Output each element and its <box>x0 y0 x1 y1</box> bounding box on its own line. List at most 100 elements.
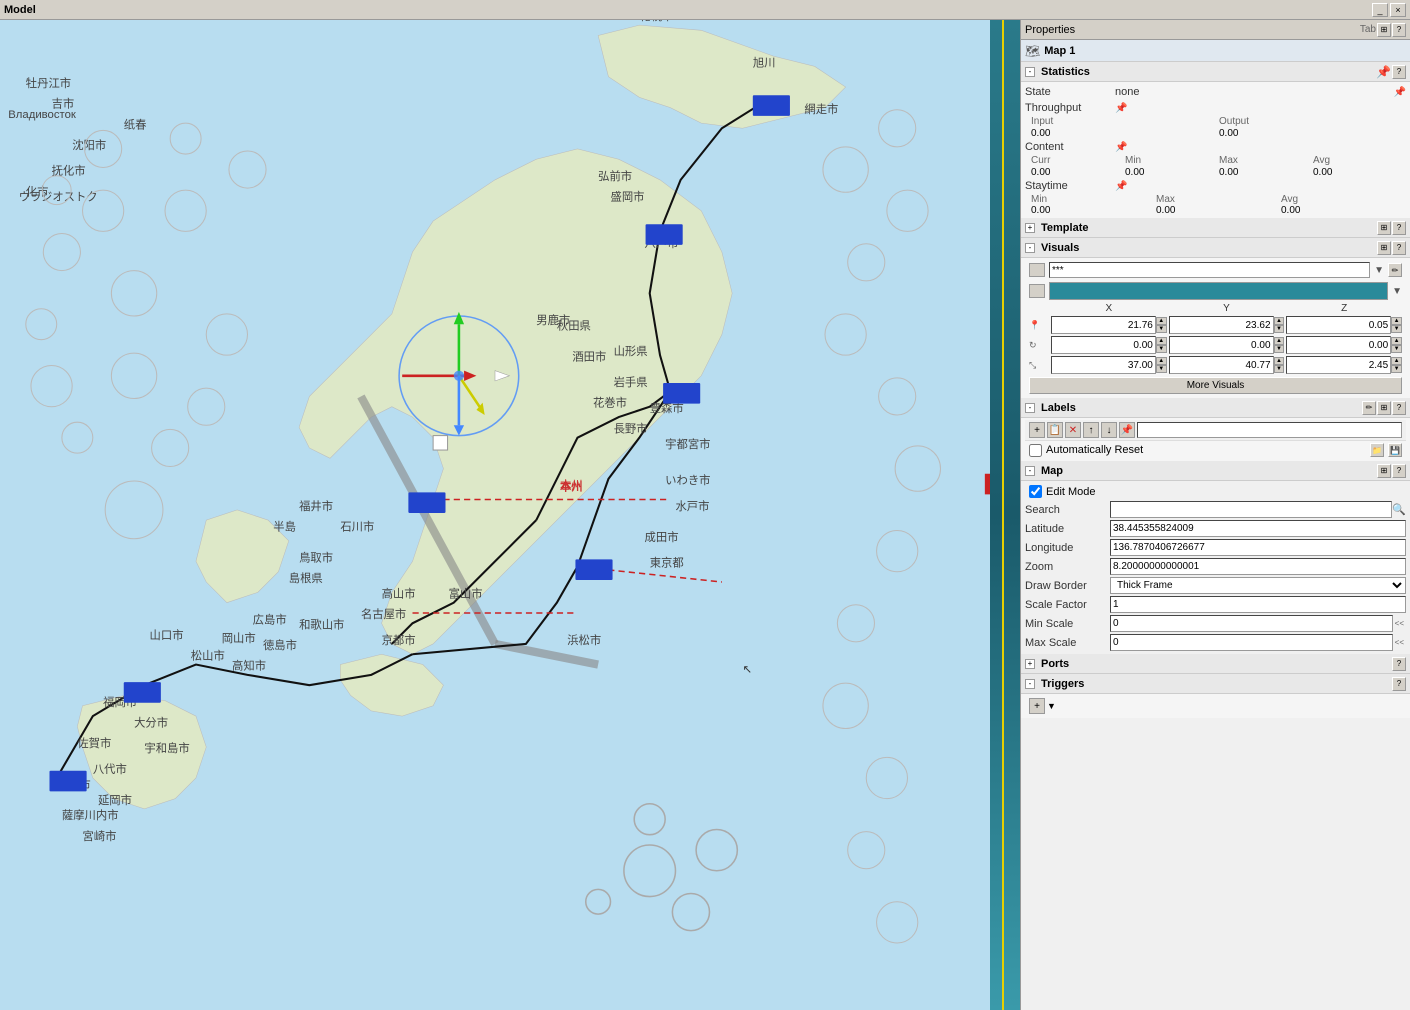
stay-min-label: Min <box>1031 194 1156 205</box>
color-swatch-2[interactable] <box>1029 284 1045 298</box>
latitude-input[interactable] <box>1110 520 1406 537</box>
zoom-input[interactable] <box>1110 558 1406 575</box>
visuals-dropdown-arrow[interactable]: ▼ <box>1374 265 1384 276</box>
statistics-expand[interactable]: - <box>1025 67 1035 77</box>
visuals-text-input[interactable] <box>1049 262 1370 278</box>
color-dropdown-arrow[interactable]: ▼ <box>1392 286 1402 297</box>
scl-z-input[interactable] <box>1286 356 1391 374</box>
map-icon1[interactable]: ⊞ <box>1377 464 1391 478</box>
rot-x-down[interactable]: ▼ <box>1156 345 1167 353</box>
label-add-btn[interactable]: + <box>1029 422 1045 438</box>
pos-x-up[interactable]: ▲ <box>1156 317 1167 325</box>
content-pin[interactable]: 📌 <box>1115 142 1127 153</box>
labels-icon2[interactable]: ⊞ <box>1377 401 1391 415</box>
template-expand[interactable]: + <box>1025 223 1035 233</box>
scl-z-down[interactable]: ▼ <box>1391 365 1402 373</box>
label-up-btn[interactable]: ↑ <box>1083 422 1099 438</box>
visuals-expand[interactable]: - <box>1025 243 1035 253</box>
rot-y-down[interactable]: ▼ <box>1274 345 1285 353</box>
minimize-button[interactable]: _ <box>1372 3 1388 17</box>
triggers-help[interactable]: ? <box>1392 677 1406 691</box>
visuals-icon1[interactable]: ⊞ <box>1377 241 1391 255</box>
min-scale-double-arrow[interactable]: << <box>1393 619 1406 628</box>
label-down-btn[interactable]: ↓ <box>1101 422 1117 438</box>
rot-z-input[interactable] <box>1286 336 1391 354</box>
longitude-row: Longitude <box>1025 538 1406 557</box>
scl-x-up[interactable]: ▲ <box>1156 357 1167 365</box>
statistics-pin[interactable]: 📌 <box>1376 65 1391 79</box>
close-button[interactable]: × <box>1390 3 1406 17</box>
search-input[interactable] <box>1110 501 1392 518</box>
svg-text:成田市: 成田市 <box>645 530 679 544</box>
visuals-help[interactable]: ? <box>1392 241 1406 255</box>
ports-help[interactable]: ? <box>1392 657 1406 671</box>
rot-z-up[interactable]: ▲ <box>1391 337 1402 345</box>
labels-expand[interactable]: - <box>1025 403 1035 413</box>
max-scale-double-arrow[interactable]: << <box>1393 638 1406 647</box>
labels-edit-icon[interactable]: ✏ <box>1362 401 1376 415</box>
scale-factor-input[interactable] <box>1110 596 1406 613</box>
color-swatch-1[interactable] <box>1029 263 1045 277</box>
triggers-add-btn[interactable]: + <box>1029 698 1045 714</box>
pos-y-input[interactable] <box>1169 316 1274 334</box>
pos-y-down[interactable]: ▼ <box>1274 325 1285 333</box>
pos-z-input[interactable] <box>1286 316 1391 334</box>
rot-y-up[interactable]: ▲ <box>1274 337 1285 345</box>
draw-border-select[interactable]: None Simple Thick Frame <box>1110 577 1406 594</box>
rot-x-up[interactable]: ▲ <box>1156 337 1167 345</box>
map-area[interactable]: 札幌市 旭川 網走市 八戸市 秋田県 山形県 豊森市 長野市 宇都宮市 いわき市… <box>0 20 990 1010</box>
svg-text:石川市: 石川市 <box>340 519 374 533</box>
pos-z-up[interactable]: ▲ <box>1391 317 1402 325</box>
search-icon[interactable]: 🔍 <box>1392 503 1406 516</box>
properties-icon-1[interactable]: ⊞ <box>1377 23 1391 37</box>
label-delete-btn[interactable]: ✕ <box>1065 422 1081 438</box>
labels-help[interactable]: ? <box>1392 401 1406 415</box>
throughput-pin[interactable]: 📌 <box>1115 103 1127 114</box>
edit-mode-checkbox[interactable] <box>1029 485 1042 498</box>
yellow-line <box>1002 20 1004 1010</box>
scl-z-arrows: ▲ ▼ <box>1391 357 1402 373</box>
statistics-help[interactable]: ? <box>1392 65 1406 79</box>
rot-y-container: ▲ ▼ <box>1169 336 1285 354</box>
auto-reset-checkbox[interactable] <box>1029 444 1042 457</box>
svg-text:佐賀市: 佐賀市 <box>77 736 111 750</box>
scl-y-input[interactable] <box>1169 356 1274 374</box>
color-bar[interactable] <box>1049 282 1388 300</box>
triggers-expand[interactable]: - <box>1025 679 1035 689</box>
visuals-edit-icon[interactable]: ✏ <box>1388 263 1402 277</box>
scl-y-up[interactable]: ▲ <box>1274 357 1285 365</box>
rot-x-input[interactable] <box>1051 336 1156 354</box>
staytime-pin[interactable]: 📌 <box>1115 181 1127 192</box>
ports-header: + Ports ? <box>1021 654 1410 674</box>
auto-reset-icon2[interactable]: 💾 <box>1388 443 1402 457</box>
max-scale-input[interactable] <box>1110 634 1393 651</box>
scl-z-up[interactable]: ▲ <box>1391 357 1402 365</box>
rot-z-down[interactable]: ▼ <box>1391 345 1402 353</box>
template-icon1[interactable]: ⊞ <box>1377 221 1391 235</box>
zoom-row: Zoom <box>1025 557 1406 576</box>
scl-x-input[interactable] <box>1051 356 1156 374</box>
longitude-input[interactable] <box>1110 539 1406 556</box>
svg-text:島根県: 島根県 <box>289 571 323 585</box>
more-visuals-button[interactable]: More Visuals <box>1029 377 1402 394</box>
label-pin-btn[interactable]: 📌 <box>1119 422 1135 438</box>
map-help[interactable]: ? <box>1392 464 1406 478</box>
map-section-expand[interactable]: - <box>1025 466 1035 476</box>
rot-y-input[interactable] <box>1169 336 1274 354</box>
scl-y-down[interactable]: ▼ <box>1274 365 1285 373</box>
state-pin[interactable]: 📌 <box>1394 87 1406 98</box>
pos-z-down[interactable]: ▼ <box>1391 325 1402 333</box>
scl-x-down[interactable]: ▼ <box>1156 365 1167 373</box>
label-input[interactable] <box>1137 422 1402 438</box>
properties-icon-2[interactable]: ? <box>1392 23 1406 37</box>
pos-x-input[interactable] <box>1051 316 1156 334</box>
ports-expand[interactable]: + <box>1025 659 1035 669</box>
pos-x-down[interactable]: ▼ <box>1156 325 1167 333</box>
template-help[interactable]: ? <box>1392 221 1406 235</box>
min-scale-input[interactable] <box>1110 615 1393 632</box>
title-bar-text: Model <box>4 4 1372 16</box>
auto-reset-icon1[interactable]: 📁 <box>1370 443 1384 457</box>
pos-y-up[interactable]: ▲ <box>1274 317 1285 325</box>
label-copy-btn[interactable]: 📋 <box>1047 422 1063 438</box>
triggers-dropdown-arrow[interactable]: ▼ <box>1047 701 1056 711</box>
